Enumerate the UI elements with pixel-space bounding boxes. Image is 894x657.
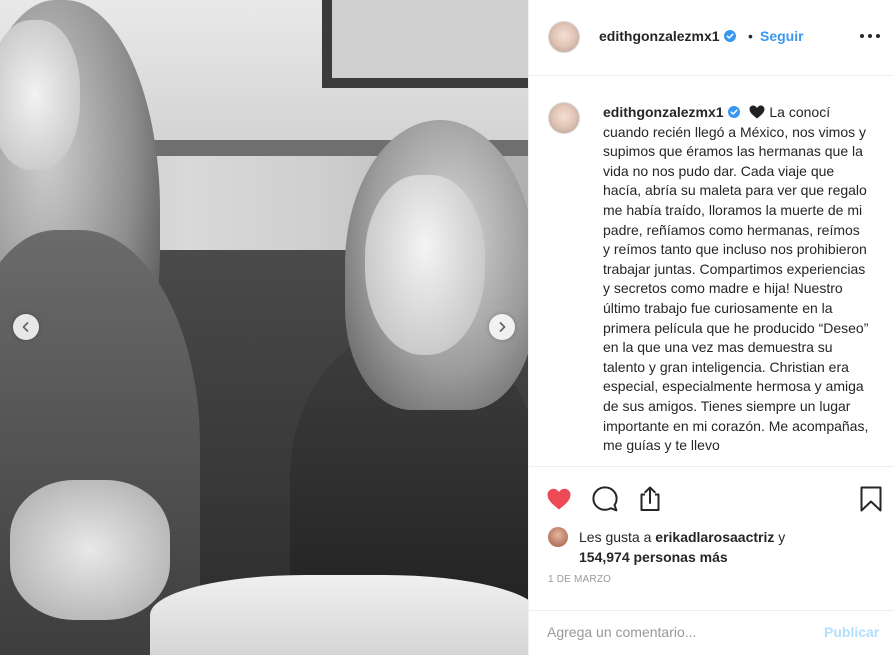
action-bar (545, 485, 885, 515)
carousel-next-button[interactable] (489, 314, 515, 340)
publish-button[interactable]: Publicar (824, 624, 879, 640)
comment-input[interactable] (547, 621, 807, 643)
likes-count-link[interactable]: 154,974 personas más (579, 549, 728, 565)
photo-person-left-hands (10, 480, 170, 620)
username-text: edithgonzalezmx1 (603, 104, 724, 120)
likes-line-1: Les gusta a erikadlarosaactriz y (579, 527, 785, 547)
follow-button[interactable]: Seguir (760, 28, 804, 44)
photo-wall-frame (322, 0, 528, 88)
comment-button[interactable] (591, 485, 619, 513)
likes-and: y (778, 529, 786, 545)
liked-by-username[interactable]: erikadlarosaactriz (655, 529, 774, 545)
post-actions-section: Les gusta a erikadlarosaactriz y 154,974… (529, 466, 894, 656)
username-text: edithgonzalezmx1 (599, 28, 720, 44)
share-upload-icon (640, 486, 660, 511)
header-username-link[interactable]: edithgonzalezmx1 (599, 28, 736, 44)
heart-filled-icon (547, 488, 571, 510)
chevron-right-icon (499, 322, 506, 332)
avatar[interactable] (548, 102, 580, 134)
like-button[interactable] (545, 485, 573, 513)
black-heart-emoji-icon (749, 105, 765, 119)
save-button[interactable] (857, 485, 885, 513)
likes-prefix: Les gusta a (579, 529, 652, 545)
photo-person-right-face (365, 175, 485, 355)
caption-section: edithgonzalezmx1 La conocí cuando recién… (529, 76, 894, 466)
more-options-button[interactable] (860, 28, 880, 44)
chevron-left-icon (22, 322, 29, 332)
post-date[interactable]: 1 DE MARZO (548, 574, 611, 585)
share-button[interactable] (636, 485, 664, 513)
post-header: edithgonzalezmx1 • Seguir (529, 0, 894, 76)
likes-line-2: 154,974 personas más (579, 547, 728, 567)
more-options-icon-dot (868, 34, 872, 38)
post-side-panel: edithgonzalezmx1 • Seguir edithgonzalezm… (528, 0, 894, 655)
post-photo[interactable] (0, 0, 528, 655)
comment-form: Publicar (529, 610, 894, 657)
liker-avatar[interactable] (548, 527, 568, 547)
photo-person-left-face (0, 20, 80, 170)
verified-badge-icon (727, 106, 740, 118)
more-options-icon-dot (860, 34, 864, 38)
comment-bubble-icon (592, 486, 618, 512)
caption-username-link[interactable]: edithgonzalezmx1 (603, 104, 740, 120)
header-separator: • (748, 28, 753, 44)
photo-person-right-legs (150, 575, 528, 655)
post-caption: edithgonzalezmx1 La conocí cuando recién… (603, 103, 869, 456)
verified-badge-icon (723, 30, 736, 42)
carousel-prev-button[interactable] (13, 314, 39, 340)
avatar[interactable] (548, 21, 580, 53)
caption-text: La conocí cuando recién llegó a México, … (603, 104, 869, 454)
bookmark-icon (860, 486, 882, 512)
more-options-icon-dot (876, 34, 880, 38)
